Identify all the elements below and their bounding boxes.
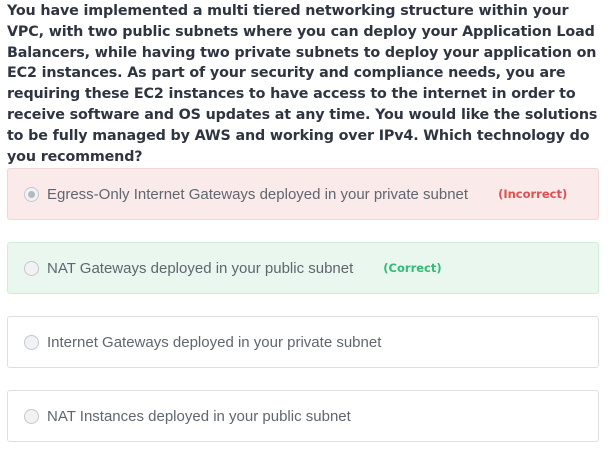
answer-option-egress-only-igw[interactable]: Egress-Only Internet Gateways deployed i…	[7, 168, 599, 220]
option-label: Internet Gateways deployed in your priva…	[47, 333, 382, 351]
option-label: NAT Instances deployed in your public su…	[47, 407, 351, 425]
option-label: Egress-Only Internet Gateways deployed i…	[47, 185, 469, 203]
answer-option-nat-instances[interactable]: NAT Instances deployed in your public su…	[7, 390, 599, 442]
question-text: You have implemented a multi tiered netw…	[7, 3, 598, 165]
radio-button-icon[interactable]	[24, 260, 39, 276]
radio-button-icon[interactable]	[24, 186, 39, 202]
radio-button-icon[interactable]	[24, 408, 39, 424]
answer-option-internet-gateways[interactable]: Internet Gateways deployed in your priva…	[7, 316, 599, 368]
answer-option-nat-gateways[interactable]: NAT Gateways deployed in your public sub…	[7, 242, 599, 294]
radio-button-icon[interactable]	[24, 334, 39, 350]
option-label: NAT Gateways deployed in your public sub…	[47, 259, 354, 277]
correct-badge: (Correct)	[383, 261, 442, 275]
incorrect-badge: (Incorrect)	[498, 187, 568, 201]
